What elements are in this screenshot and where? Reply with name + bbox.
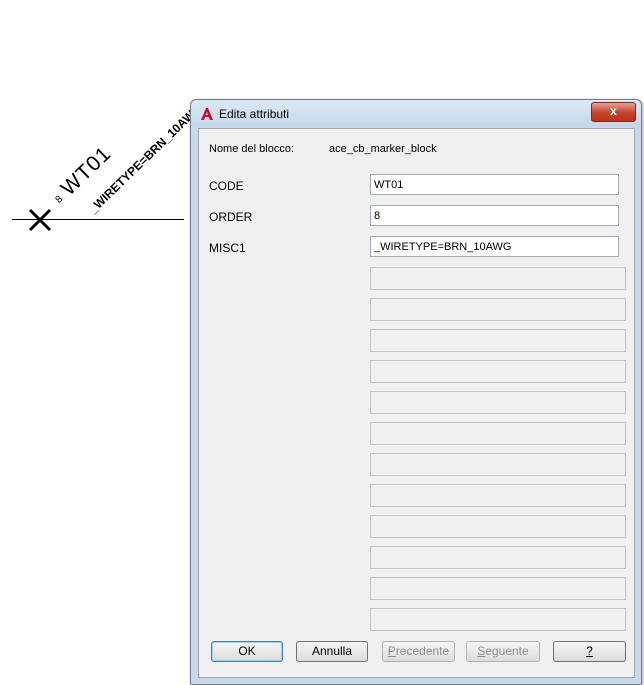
dialog-client: Nome del blocco: ace_cb_marker_block COD… — [198, 128, 635, 678]
previous-button[interactable]: Precedente — [382, 641, 455, 662]
block-name-value: ace_cb_marker_block — [329, 143, 437, 155]
empty-attribute-slot — [370, 360, 626, 383]
empty-attribute-slot — [370, 422, 626, 445]
empty-attribute-slot — [370, 453, 626, 476]
close-button[interactable]: x — [591, 102, 636, 122]
previous-accelerator: P — [387, 644, 396, 658]
empty-attribute-slot — [370, 484, 626, 507]
ok-button[interactable]: OK — [211, 641, 283, 662]
empty-attribute-slot — [370, 515, 626, 538]
order-text: 8 — [53, 193, 66, 206]
autocad-app-icon — [201, 108, 213, 120]
empty-attribute-slot — [370, 577, 626, 600]
previous-label: recedente — [395, 644, 450, 658]
empty-attribute-slot — [370, 546, 626, 569]
help-button[interactable]: ? — [553, 641, 626, 662]
attribute-input-code[interactable] — [370, 174, 619, 195]
empty-attribute-slot — [370, 608, 626, 631]
empty-attribute-slot — [370, 298, 626, 321]
cancel-button[interactable]: Annulla — [296, 641, 368, 662]
empty-attribute-slot — [370, 329, 626, 352]
attribute-label-code: CODE — [209, 179, 244, 193]
dialog-titlebar[interactable]: Edita attributi x — [191, 100, 641, 127]
edit-attributes-dialog: Edita attributi x Nome del blocco: ace_c… — [190, 99, 642, 685]
empty-attribute-slot — [370, 391, 626, 414]
attribute-label-misc1: MISC1 — [209, 241, 246, 255]
next-label: eguente — [485, 644, 529, 658]
help-label: ? — [586, 644, 593, 658]
dialog-title: Edita attributi — [219, 107, 290, 121]
empty-attribute-slot — [370, 267, 626, 290]
attribute-input-order[interactable] — [370, 205, 619, 226]
wire-marker-x — [28, 208, 52, 232]
attribute-input-misc1[interactable] — [370, 236, 619, 257]
close-icon: x — [610, 104, 617, 118]
attribute-label-order: ORDER — [209, 210, 253, 224]
next-button[interactable]: Seguente — [466, 641, 540, 662]
block-name-label: Nome del blocco: — [209, 143, 294, 155]
